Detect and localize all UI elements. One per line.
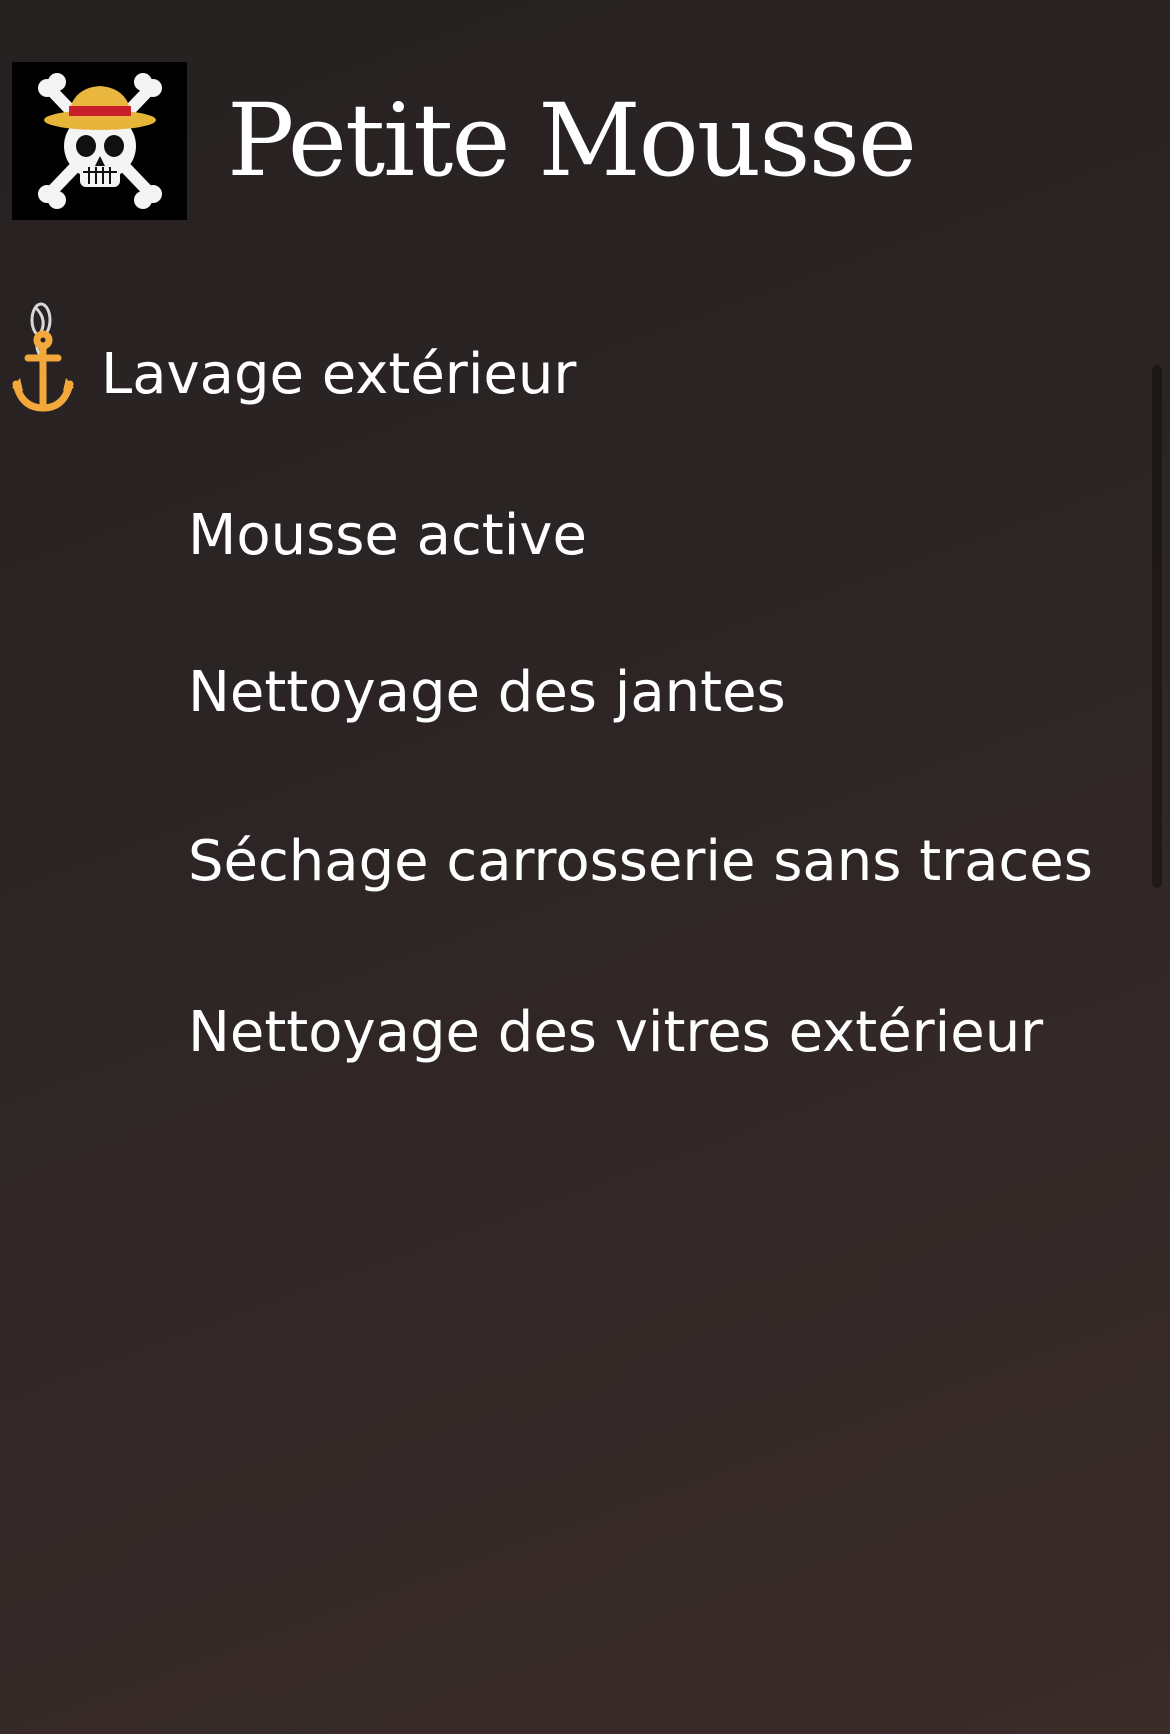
scrollbar[interactable]: [1152, 365, 1162, 888]
list-item-nettoyage-vitres[interactable]: Nettoyage des vitres extérieur: [188, 1005, 1043, 1061]
list-item-sechage-carrosserie[interactable]: Séchage carrosserie sans traces: [188, 834, 1093, 890]
section-title[interactable]: Lavage extérieur: [101, 342, 576, 407]
straw-hat-jolly-roger-icon[interactable]: [12, 62, 187, 220]
list-item-mousse-active[interactable]: Mousse active: [188, 508, 587, 564]
anchor-icon: [12, 302, 74, 412]
header: Petite Mousse: [12, 62, 917, 220]
section-header: Lavage extérieur: [10, 300, 576, 418]
page-title: Petite Mousse: [227, 82, 917, 199]
list-item-nettoyage-jantes[interactable]: Nettoyage des jantes: [188, 665, 786, 721]
